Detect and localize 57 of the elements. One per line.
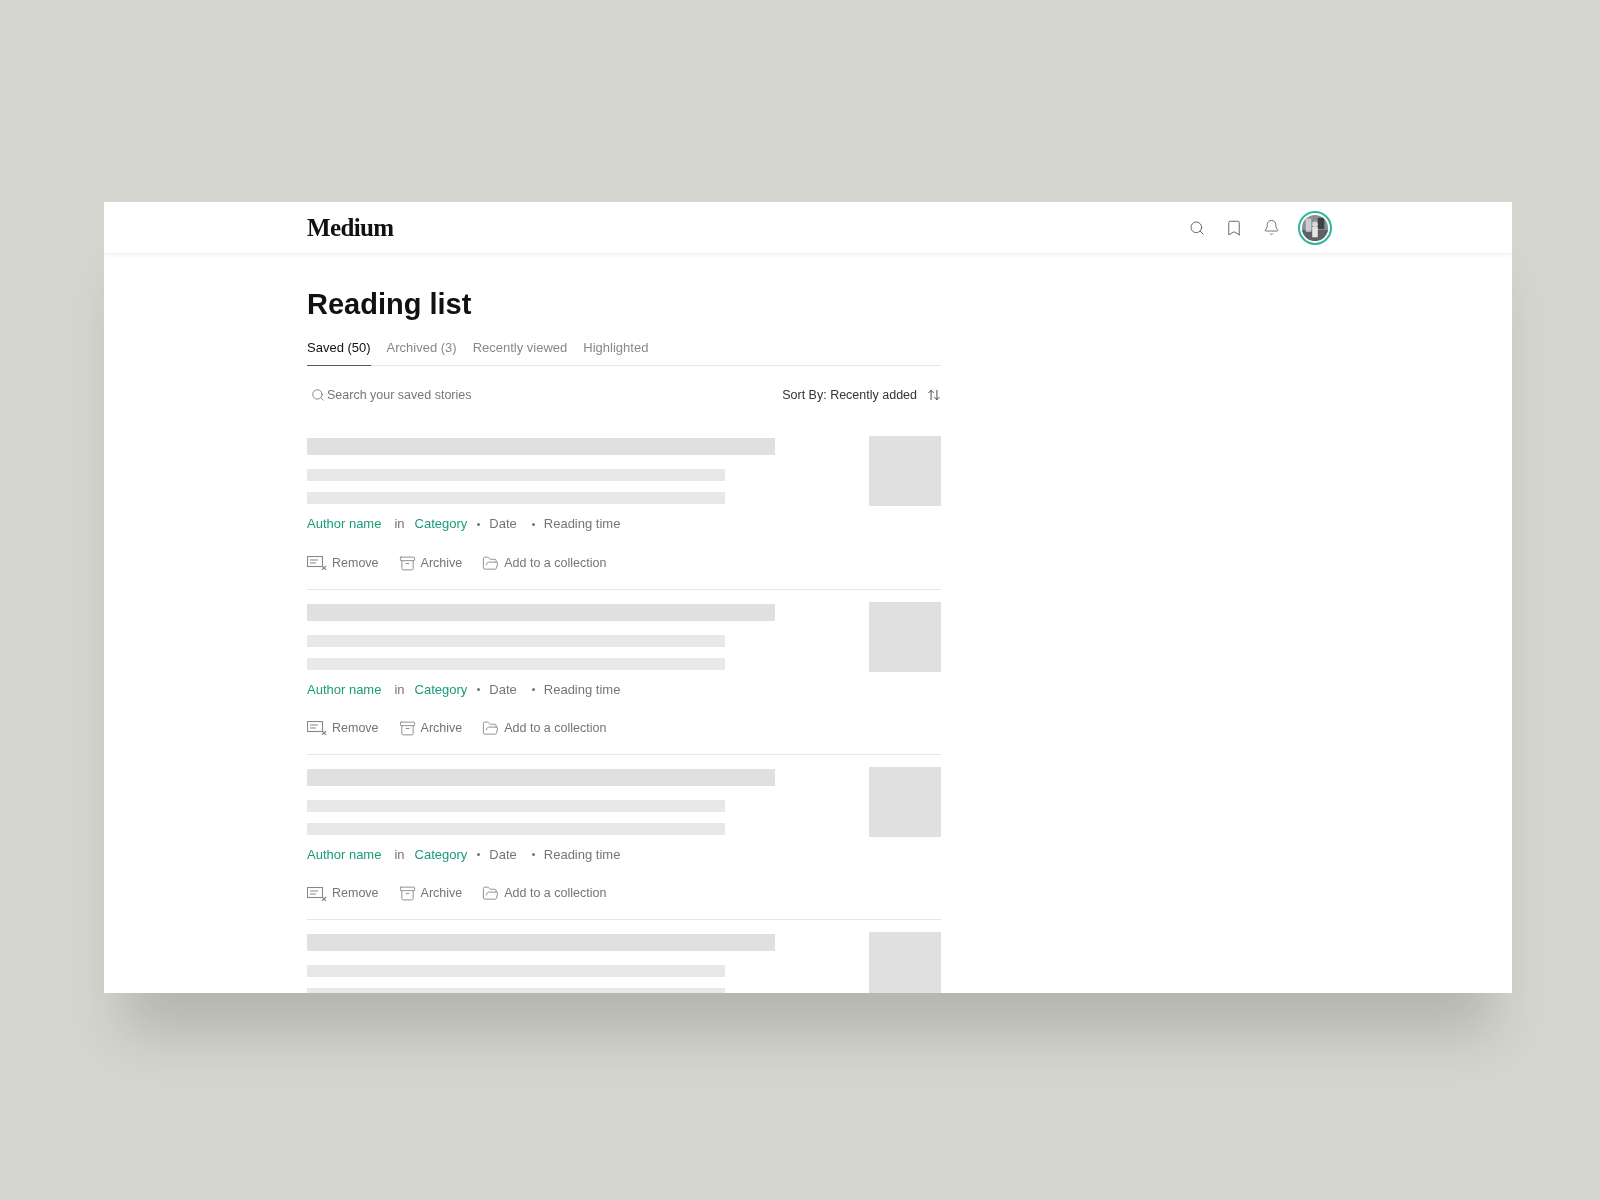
dot-separator — [477, 687, 481, 691]
date-label: Date — [489, 845, 517, 864]
archive-icon — [398, 554, 416, 572]
in-label: in — [394, 680, 405, 699]
author-link[interactable]: Author name — [307, 514, 382, 534]
in-label: in — [394, 845, 405, 864]
story-action-button[interactable]: Archive — [398, 719, 463, 738]
search-icon — [311, 387, 325, 402]
dot-separator — [531, 687, 535, 691]
archive-icon — [398, 719, 416, 737]
thumbnail-placeholder — [869, 436, 941, 507]
reading-time-label: Reading time — [543, 845, 621, 864]
dot-separator — [477, 522, 481, 526]
reading-time-label: Reading time — [543, 515, 621, 534]
story-action-button[interactable]: Archive — [398, 884, 463, 903]
story-action-button[interactable]: Archive — [398, 553, 463, 573]
remove-icon — [307, 886, 327, 901]
story-action-button[interactable]: Add to a collection — [482, 884, 607, 903]
page-title: Reading list — [307, 287, 473, 322]
folder-icon — [482, 885, 500, 903]
category-link[interactable]: Category — [414, 514, 468, 534]
avatar[interactable] — [1298, 210, 1332, 245]
author-link[interactable]: Author name — [307, 844, 382, 865]
reading-time-label: Reading time — [543, 680, 621, 699]
bell-icon[interactable] — [1263, 219, 1280, 236]
tab[interactable]: Recently viewed — [472, 338, 568, 365]
thumbnail-placeholder — [869, 932, 941, 993]
thumbnail-placeholder — [869, 601, 941, 672]
search-icon[interactable] — [1189, 219, 1205, 236]
author-link[interactable]: Author name — [307, 679, 382, 699]
story-action-button[interactable]: Remove — [307, 553, 379, 573]
bookmark-icon[interactable] — [1225, 218, 1243, 237]
thumbnail-placeholder — [869, 766, 941, 837]
archive-icon — [398, 885, 416, 903]
dot-separator — [531, 522, 535, 526]
date-label: Date — [489, 515, 517, 534]
sort-button[interactable]: Sort By: Recently added — [782, 385, 941, 405]
dot-separator — [531, 853, 535, 856]
folder-icon — [482, 554, 500, 572]
story-action-button[interactable]: Remove — [307, 719, 379, 738]
category-link[interactable]: Category — [414, 844, 468, 865]
story-action-button[interactable]: Add to a collection — [482, 553, 607, 573]
story-action-button[interactable]: Add to a collection — [482, 719, 607, 738]
date-label: Date — [489, 680, 517, 699]
tab[interactable]: Archived (3) — [386, 338, 457, 365]
in-label: in — [394, 515, 405, 534]
tab[interactable]: Highlighted — [583, 338, 649, 365]
remove-icon — [307, 721, 327, 736]
logo[interactable]: Medium — [307, 208, 394, 247]
folder-icon — [482, 719, 500, 737]
sort-icon — [927, 387, 941, 402]
remove-icon — [307, 556, 327, 571]
story-action-button[interactable]: Remove — [307, 884, 379, 903]
tab[interactable]: Saved (50) — [307, 338, 371, 366]
dot-separator — [477, 853, 481, 856]
category-link[interactable]: Category — [414, 679, 468, 699]
search-field[interactable]: Search your saved stories — [307, 385, 547, 405]
